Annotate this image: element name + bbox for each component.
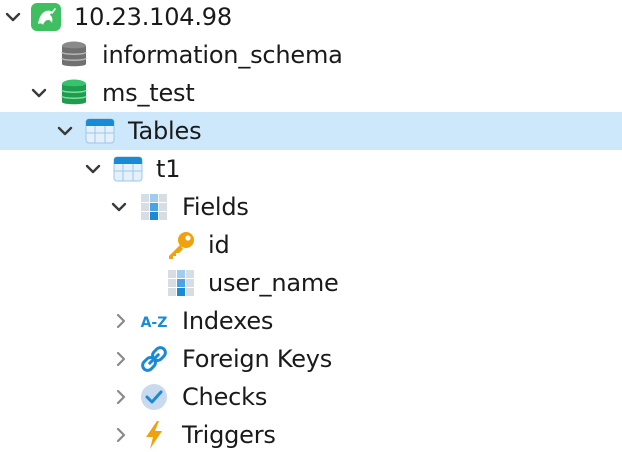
- indexes-icon-text: A-Z: [141, 315, 168, 331]
- lightning-icon: [138, 420, 170, 450]
- database-green-icon: [58, 78, 90, 108]
- tree-node-field-id[interactable]: id: [0, 226, 622, 264]
- checks-label: Checks: [182, 383, 268, 411]
- table-label: t1: [156, 155, 181, 183]
- connection-label: 10.23.104.98: [74, 3, 232, 31]
- chevron-down-icon[interactable]: [30, 84, 48, 102]
- tree-node-field-user-name[interactable]: user_name: [0, 264, 622, 302]
- database-label: information_schema: [102, 41, 343, 69]
- tree-node-database-information-schema[interactable]: information_schema: [0, 36, 622, 74]
- mysql-dolphin-icon: [30, 2, 62, 32]
- chevron-down-icon[interactable]: [4, 8, 22, 26]
- chevron-down-icon[interactable]: [110, 198, 128, 216]
- indexes-icon: A-Z: [138, 306, 170, 336]
- tree-node-triggers[interactable]: Triggers: [0, 416, 622, 452]
- tree-node-connection[interactable]: 10.23.104.98: [0, 0, 622, 36]
- chevron-down-icon[interactable]: [84, 160, 102, 178]
- chevron-right-icon[interactable]: [112, 350, 130, 368]
- chevron-right-icon[interactable]: [112, 312, 130, 330]
- link-icon: [138, 344, 170, 374]
- field-label: user_name: [208, 269, 339, 297]
- tree-node-foreign-keys[interactable]: Foreign Keys: [0, 340, 622, 378]
- tree-node-fields-folder[interactable]: Fields: [0, 188, 622, 226]
- database-navigator-tree: 10.23.104.98 information_schema ms_test …: [0, 0, 622, 452]
- field-column-icon: [165, 268, 197, 298]
- tree-node-table-t1[interactable]: t1: [0, 150, 622, 188]
- indexes-label: Indexes: [182, 307, 274, 335]
- chevron-right-icon[interactable]: [112, 426, 130, 444]
- tables-folder-label: Tables: [128, 117, 202, 145]
- check-circle-icon: [138, 382, 170, 412]
- fields-folder-label: Fields: [182, 193, 249, 221]
- triggers-label: Triggers: [182, 421, 276, 449]
- primary-key-icon: [165, 230, 197, 260]
- fields-icon: [138, 192, 170, 222]
- tree-node-tables-folder[interactable]: Tables: [0, 112, 622, 150]
- tree-node-database-ms-test[interactable]: ms_test: [0, 74, 622, 112]
- tree-node-indexes[interactable]: A-Z Indexes: [0, 302, 622, 340]
- chevron-right-icon[interactable]: [112, 388, 130, 406]
- chevron-down-icon[interactable]: [56, 122, 74, 140]
- tree-node-checks[interactable]: Checks: [0, 378, 622, 416]
- database-gray-icon: [58, 40, 90, 70]
- field-label: id: [208, 231, 230, 259]
- table-icon: [112, 154, 144, 184]
- foreign-keys-label: Foreign Keys: [182, 345, 333, 373]
- database-label: ms_test: [102, 79, 195, 107]
- tables-folder-icon: [84, 116, 116, 146]
